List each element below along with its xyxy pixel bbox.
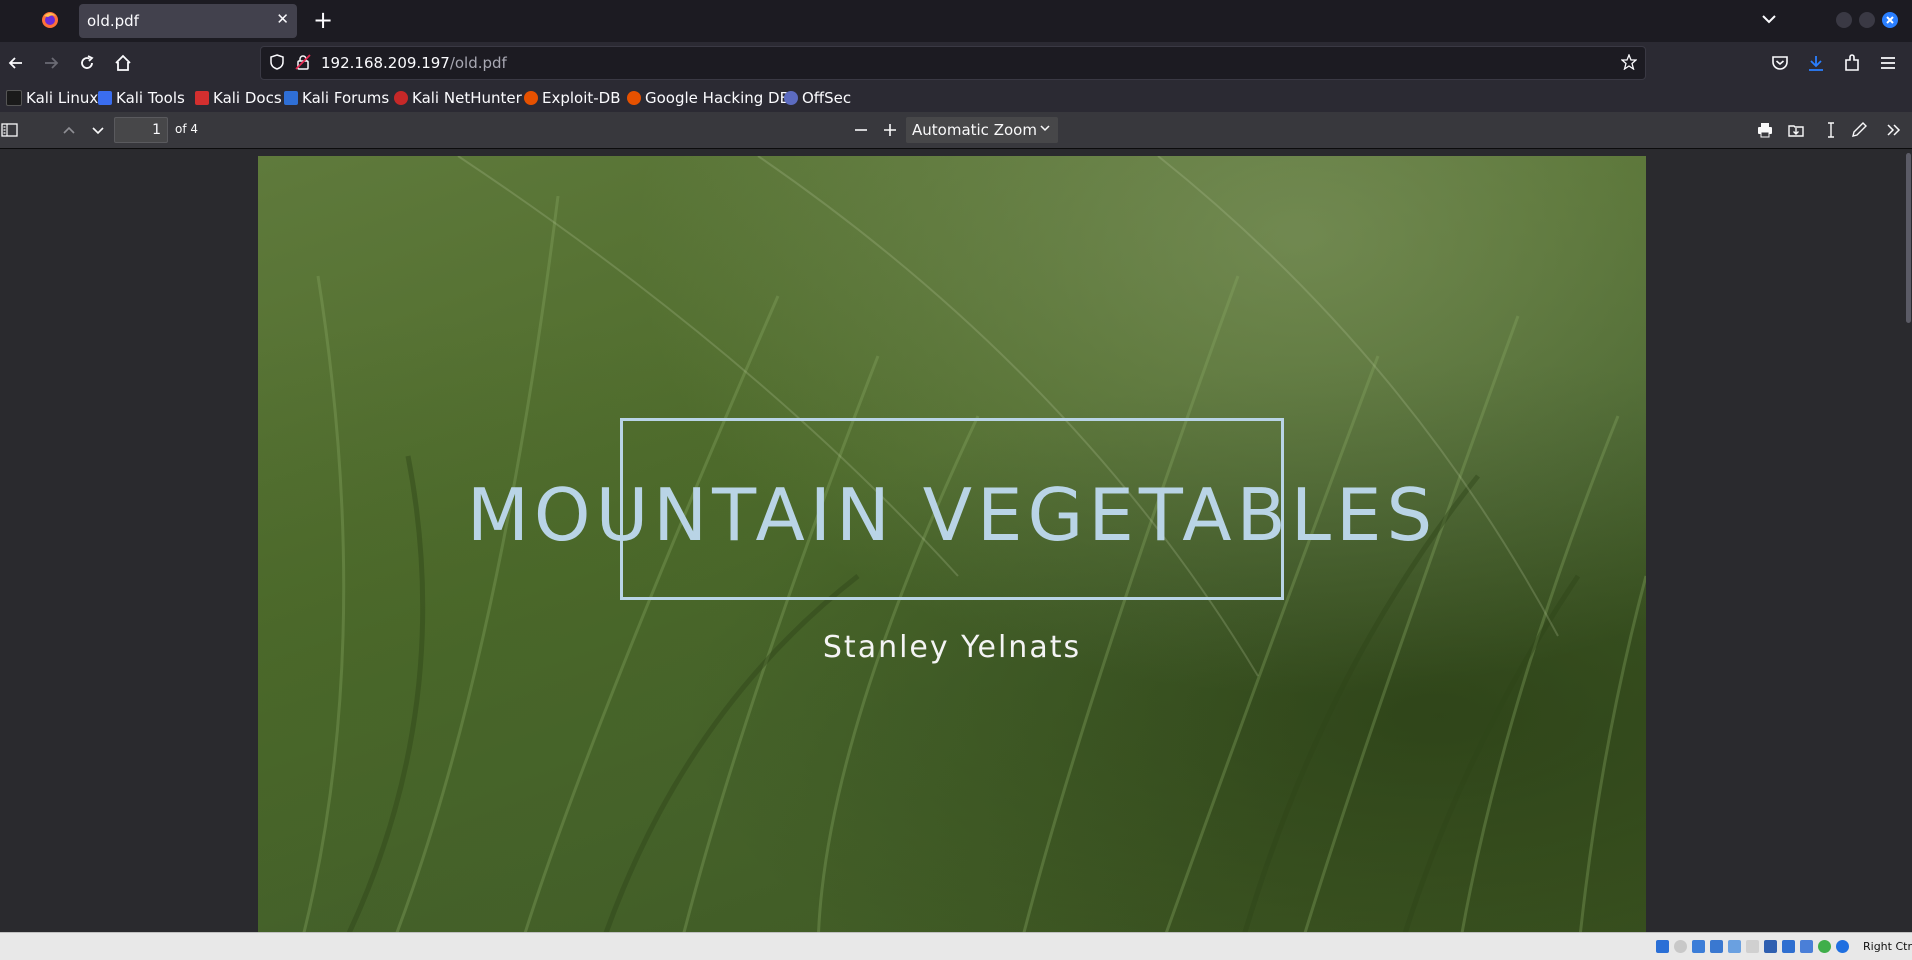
tab-close-icon[interactable]: ✕ — [276, 10, 289, 28]
insecure-lock-icon[interactable] — [295, 54, 311, 70]
maximize-button[interactable] — [1859, 12, 1875, 28]
bookmark-kali-docs[interactable]: Kali Docs — [195, 88, 282, 108]
back-icon[interactable] — [6, 53, 26, 73]
bookmark-offsec[interactable]: OffSec — [784, 88, 851, 108]
document-title: MOUNTAIN VEGETABLES — [466, 473, 1438, 557]
print-icon[interactable] — [1755, 120, 1775, 140]
zoom-out-icon[interactable] — [851, 120, 871, 140]
bookmark-kali-tools[interactable]: Kali Tools — [98, 88, 185, 108]
pdf-viewer[interactable]: MOUNTAIN VEGETABLES Stanley Yelnats — [0, 149, 1912, 932]
video-capture-icon[interactable] — [1782, 940, 1795, 953]
tools-menu-icon[interactable] — [1884, 120, 1904, 140]
firefox-menu-icon[interactable] — [40, 10, 60, 30]
zoom-value: Automatic Zoom — [912, 121, 1037, 139]
forward-icon[interactable] — [41, 53, 61, 73]
save-download-icon[interactable] — [1786, 120, 1806, 140]
reload-icon[interactable] — [77, 53, 97, 73]
shared-folders-icon[interactable] — [1746, 940, 1759, 953]
bookmark-label: Google Hacking DB — [645, 89, 790, 107]
guest-additions-icon[interactable] — [1818, 940, 1831, 953]
mouse-integration-icon[interactable] — [1836, 940, 1849, 953]
minimize-button[interactable] — [1836, 12, 1852, 28]
extensions-icon[interactable] — [1842, 53, 1862, 73]
page-count-label: of 4 — [175, 122, 199, 136]
vertical-scrollbar[interactable] — [1904, 149, 1912, 932]
app-menu-icon[interactable] — [1878, 53, 1898, 73]
tab-old-pdf[interactable]: old.pdf ✕ — [79, 4, 297, 38]
bookmark-exploit-db[interactable]: Exploit-DB — [524, 88, 621, 108]
previous-page-icon[interactable] — [59, 120, 79, 140]
virtualization-icon[interactable] — [1800, 940, 1813, 953]
bookmark-kali-forums[interactable]: Kali Forums — [284, 88, 389, 108]
scrollbar-thumb[interactable] — [1906, 153, 1911, 323]
pocket-icon[interactable] — [1770, 53, 1790, 73]
next-page-icon[interactable] — [88, 120, 108, 140]
zoom-in-icon[interactable] — [880, 120, 900, 140]
host-key-label: Right Ctrl — [1863, 940, 1912, 953]
offsec-icon — [784, 91, 798, 105]
bookmark-star-icon[interactable] — [1621, 54, 1637, 70]
document-author: Stanley Yelnats — [822, 630, 1082, 665]
bookmarks-toolbar: Kali Linux Kali Tools Kali Docs Kali For… — [0, 84, 1912, 112]
zoom-select[interactable]: Automatic Zoom — [906, 117, 1058, 143]
chevron-down-icon — [1040, 125, 1050, 132]
bookmark-label: Kali NetHunter — [412, 89, 522, 107]
url-bar[interactable]: 192.168.209.197/old.pdf — [260, 46, 1646, 80]
bookmark-label: Exploit-DB — [542, 89, 621, 107]
bookmark-label: Kali Tools — [116, 89, 185, 107]
home-icon[interactable] — [113, 53, 133, 73]
pdf-page-1: MOUNTAIN VEGETABLES Stanley Yelnats — [258, 156, 1646, 932]
optical-drive-icon[interactable] — [1674, 940, 1687, 953]
tab-title: old.pdf — [87, 12, 139, 30]
vm-status-bar: Right Ctrl — [0, 932, 1912, 960]
kali-forums-icon — [284, 91, 298, 105]
bookmark-google-hacking-db[interactable]: Google Hacking DB — [627, 88, 790, 108]
shield-icon[interactable] — [269, 54, 285, 70]
kali-docs-icon — [195, 91, 209, 105]
url-path: /old.pdf — [449, 54, 507, 72]
kali-tools-icon — [98, 91, 112, 105]
close-window-button[interactable] — [1882, 12, 1898, 28]
new-tab-button[interactable]: + — [313, 6, 333, 34]
page-number-input[interactable] — [114, 117, 168, 143]
bookmark-label: Kali Docs — [213, 89, 282, 107]
kali-dragon-icon — [6, 90, 22, 106]
url-text: 192.168.209.197/old.pdf — [321, 54, 507, 72]
list-all-tabs-icon[interactable] — [1760, 10, 1778, 28]
bookmark-kali-nethunter[interactable]: Kali NetHunter — [394, 88, 522, 108]
usb-icon[interactable] — [1728, 940, 1741, 953]
pdf-toolbar: of 4 Automatic Zoom — [0, 112, 1912, 149]
sidebar-toggle-icon[interactable] — [0, 120, 20, 140]
navigation-toolbar: 192.168.209.197/old.pdf — [0, 42, 1912, 84]
network-icon[interactable] — [1710, 940, 1723, 953]
hard-disk-icon[interactable] — [1656, 940, 1669, 953]
bookmark-label: Kali Forums — [302, 89, 390, 107]
draw-pen-icon[interactable] — [1849, 120, 1869, 140]
text-tool-icon[interactable] — [1821, 120, 1841, 140]
ghdb-icon — [627, 91, 641, 105]
tab-strip: old.pdf ✕ + — [0, 0, 1912, 42]
bookmark-kali-linux[interactable]: Kali Linux — [6, 88, 98, 108]
nethunter-icon — [394, 91, 408, 105]
bookmark-label: Kali Linux — [26, 89, 99, 107]
audio-icon[interactable] — [1692, 940, 1705, 953]
url-host: 192.168.209.197 — [321, 54, 450, 72]
downloads-icon[interactable] — [1806, 53, 1826, 73]
display-icon[interactable] — [1764, 940, 1777, 953]
exploit-db-icon — [524, 91, 538, 105]
bookmark-label: OffSec — [802, 89, 852, 107]
